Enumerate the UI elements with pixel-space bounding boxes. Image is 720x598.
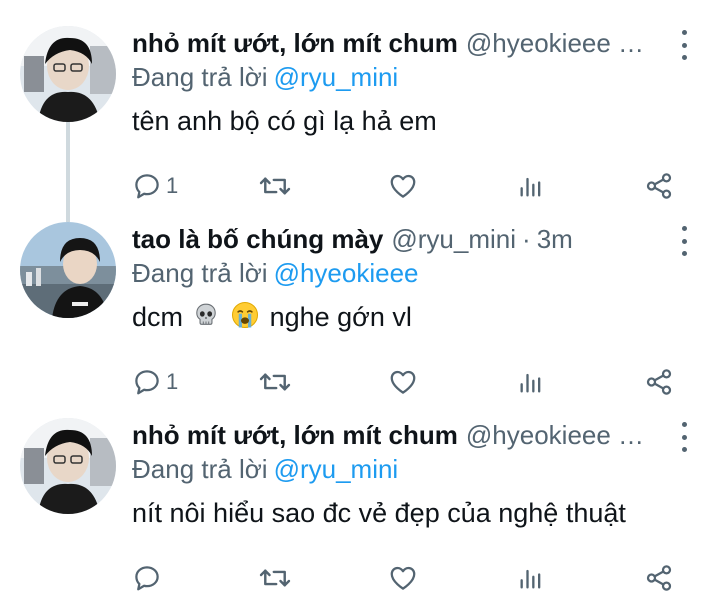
reply-button[interactable]: [132, 558, 166, 598]
avatar[interactable]: [20, 418, 116, 514]
tweet-text: nít nôi hiểu sao đc vẻ đẹp của nghệ thuậ…: [132, 498, 626, 528]
avatar[interactable]: [20, 26, 116, 122]
views-icon: [520, 569, 541, 589]
tweet-text: tên anh bộ có gì lạ hả em: [132, 106, 437, 136]
handle[interactable]: @hyeokieee …: [466, 418, 644, 452]
retweet-icon: [259, 569, 291, 587]
tweet-header: nhỏ mít ướt, lớn mít chum @hyeokieee …: [132, 418, 644, 452]
views-button[interactable]: [517, 166, 545, 206]
timestamp[interactable]: 3m: [537, 222, 573, 256]
retweet-button[interactable]: [258, 362, 292, 402]
display-name[interactable]: nhỏ mít ướt, lớn mít chum: [132, 418, 458, 452]
more-icon[interactable]: [678, 422, 690, 452]
more-icon[interactable]: [678, 226, 690, 256]
reply-count: 1: [166, 369, 179, 394]
reply-icon: [135, 174, 159, 199]
avatar[interactable]: [20, 222, 116, 318]
tweet[interactable]: tao là bố chúng mày @ryu_mini · 3m Đang …: [0, 222, 720, 395]
tweet-text: dcm nghe gớn vl: [132, 300, 412, 338]
mention-link[interactable]: @ryu_mini: [274, 62, 399, 92]
reply-button[interactable]: 1: [132, 362, 178, 402]
handle[interactable]: @ryu_mini: [391, 222, 516, 256]
action-bar: 1: [0, 362, 720, 402]
tweet-text-part: dcm: [132, 302, 184, 333]
display-name[interactable]: nhỏ mít ướt, lớn mít chum: [132, 26, 458, 60]
reply-prefix: Đang trả lời: [132, 454, 268, 484]
share-button[interactable]: [644, 558, 674, 598]
views-button[interactable]: [517, 558, 545, 598]
retweet-icon: [259, 373, 291, 391]
display-name[interactable]: tao là bố chúng mày: [132, 222, 383, 256]
action-bar: [0, 558, 720, 598]
share-button[interactable]: [644, 362, 674, 402]
loudly-crying-face-emoji: [230, 300, 260, 338]
tweet-header: tao là bố chúng mày @ryu_mini · 3m: [132, 222, 573, 256]
tweet-header: nhỏ mít ướt, lớn mít chum @hyeokieee …: [132, 26, 644, 60]
mention-link[interactable]: @ryu_mini: [274, 454, 399, 484]
reply-context: Đang trả lời @ryu_mini: [132, 60, 398, 94]
skull-emoji: [193, 302, 219, 336]
reply-button[interactable]: 1: [132, 166, 178, 206]
retweet-button[interactable]: [258, 558, 292, 598]
views-icon: [520, 177, 541, 197]
tweet-text-part: nghe gớn vl: [269, 302, 412, 333]
more-icon[interactable]: [678, 30, 690, 60]
retweet-icon: [259, 177, 291, 195]
reply-count: 1: [166, 173, 179, 198]
tweet[interactable]: nhỏ mít ướt, lớn mít chum @hyeokieee … Đ…: [0, 418, 720, 591]
retweet-button[interactable]: [258, 166, 292, 206]
share-icon: [646, 565, 672, 591]
views-button[interactable]: [517, 362, 545, 402]
share-button[interactable]: [644, 166, 674, 206]
separator-dot: ·: [522, 224, 531, 254]
like-button[interactable]: [388, 166, 418, 206]
reply-prefix: Đang trả lời: [132, 62, 268, 92]
reply-context: Đang trả lời @hyeokieee: [132, 256, 419, 290]
handle[interactable]: @hyeokieee …: [466, 26, 644, 60]
like-button[interactable]: [388, 558, 418, 598]
like-icon: [390, 566, 416, 590]
action-bar: 1: [0, 166, 720, 206]
views-icon: [520, 373, 541, 393]
like-icon: [390, 370, 416, 394]
reply-prefix: Đang trả lời: [132, 258, 268, 288]
reply-icon: [135, 566, 159, 591]
like-icon: [390, 174, 416, 198]
reply-icon: [135, 370, 159, 395]
reply-context: Đang trả lời @ryu_mini: [132, 452, 398, 486]
share-icon: [646, 369, 672, 395]
tweet[interactable]: nhỏ mít ướt, lớn mít chum @hyeokieee … Đ…: [0, 26, 720, 199]
mention-link[interactable]: @hyeokieee: [274, 258, 419, 288]
share-icon: [646, 173, 672, 199]
like-button[interactable]: [388, 362, 418, 402]
